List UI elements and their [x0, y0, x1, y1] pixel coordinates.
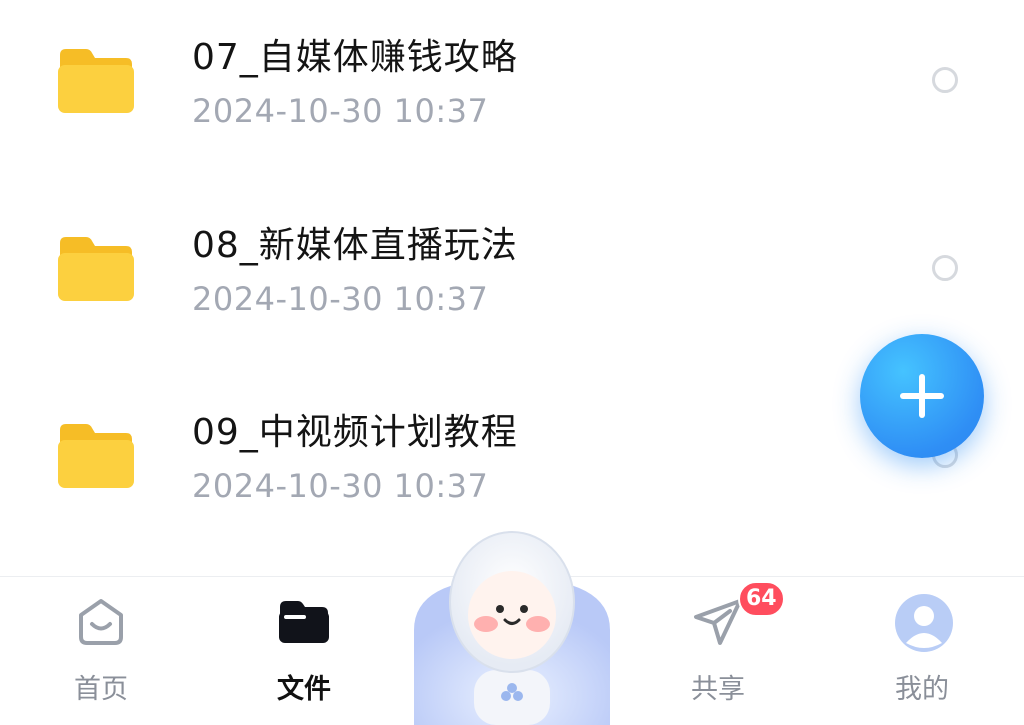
tab-share[interactable]: 64 共享	[648, 577, 788, 725]
folder-icon	[276, 593, 332, 649]
folder-icon	[56, 233, 136, 303]
file-name: 07_自媒体赚钱攻略	[192, 37, 518, 78]
tab-label: 共享	[691, 674, 745, 705]
folder-icon	[56, 420, 136, 490]
file-row[interactable]: 07_自媒体赚钱攻略 2024-10-30 10:37	[0, 0, 1024, 150]
tab-files[interactable]: 文件	[234, 577, 374, 725]
tab-mine[interactable]: 我的	[852, 577, 992, 725]
file-date: 2024-10-30 10:37	[192, 92, 489, 130]
notification-badge: 64	[738, 581, 785, 617]
select-radio[interactable]	[932, 255, 958, 281]
file-row[interactable]: 08_新媒体直播玩法 2024-10-30 10:37	[0, 188, 1024, 338]
mascot-assistant-button[interactable]	[412, 520, 612, 725]
select-radio[interactable]	[932, 67, 958, 93]
file-date: 2024-10-30 10:37	[192, 280, 489, 318]
home-icon	[73, 593, 129, 649]
folder-icon	[56, 45, 136, 115]
tab-home[interactable]: 首页	[31, 577, 171, 725]
tab-label: 我的	[895, 674, 949, 705]
file-list: 07_自媒体赚钱攻略 2024-10-30 10:37 08_新媒体直播玩法 2…	[0, 0, 1024, 575]
file-name: 09_中视频计划教程	[192, 412, 518, 453]
file-browser-screen: 07_自媒体赚钱攻略 2024-10-30 10:37 08_新媒体直播玩法 2…	[0, 0, 1024, 725]
add-button[interactable]	[860, 334, 984, 458]
tab-label: 文件	[277, 674, 331, 705]
tab-label: 首页	[74, 674, 128, 705]
file-name: 08_新媒体直播玩法	[192, 225, 518, 266]
file-date: 2024-10-30 10:37	[192, 467, 489, 505]
avatar-icon	[894, 593, 953, 652]
